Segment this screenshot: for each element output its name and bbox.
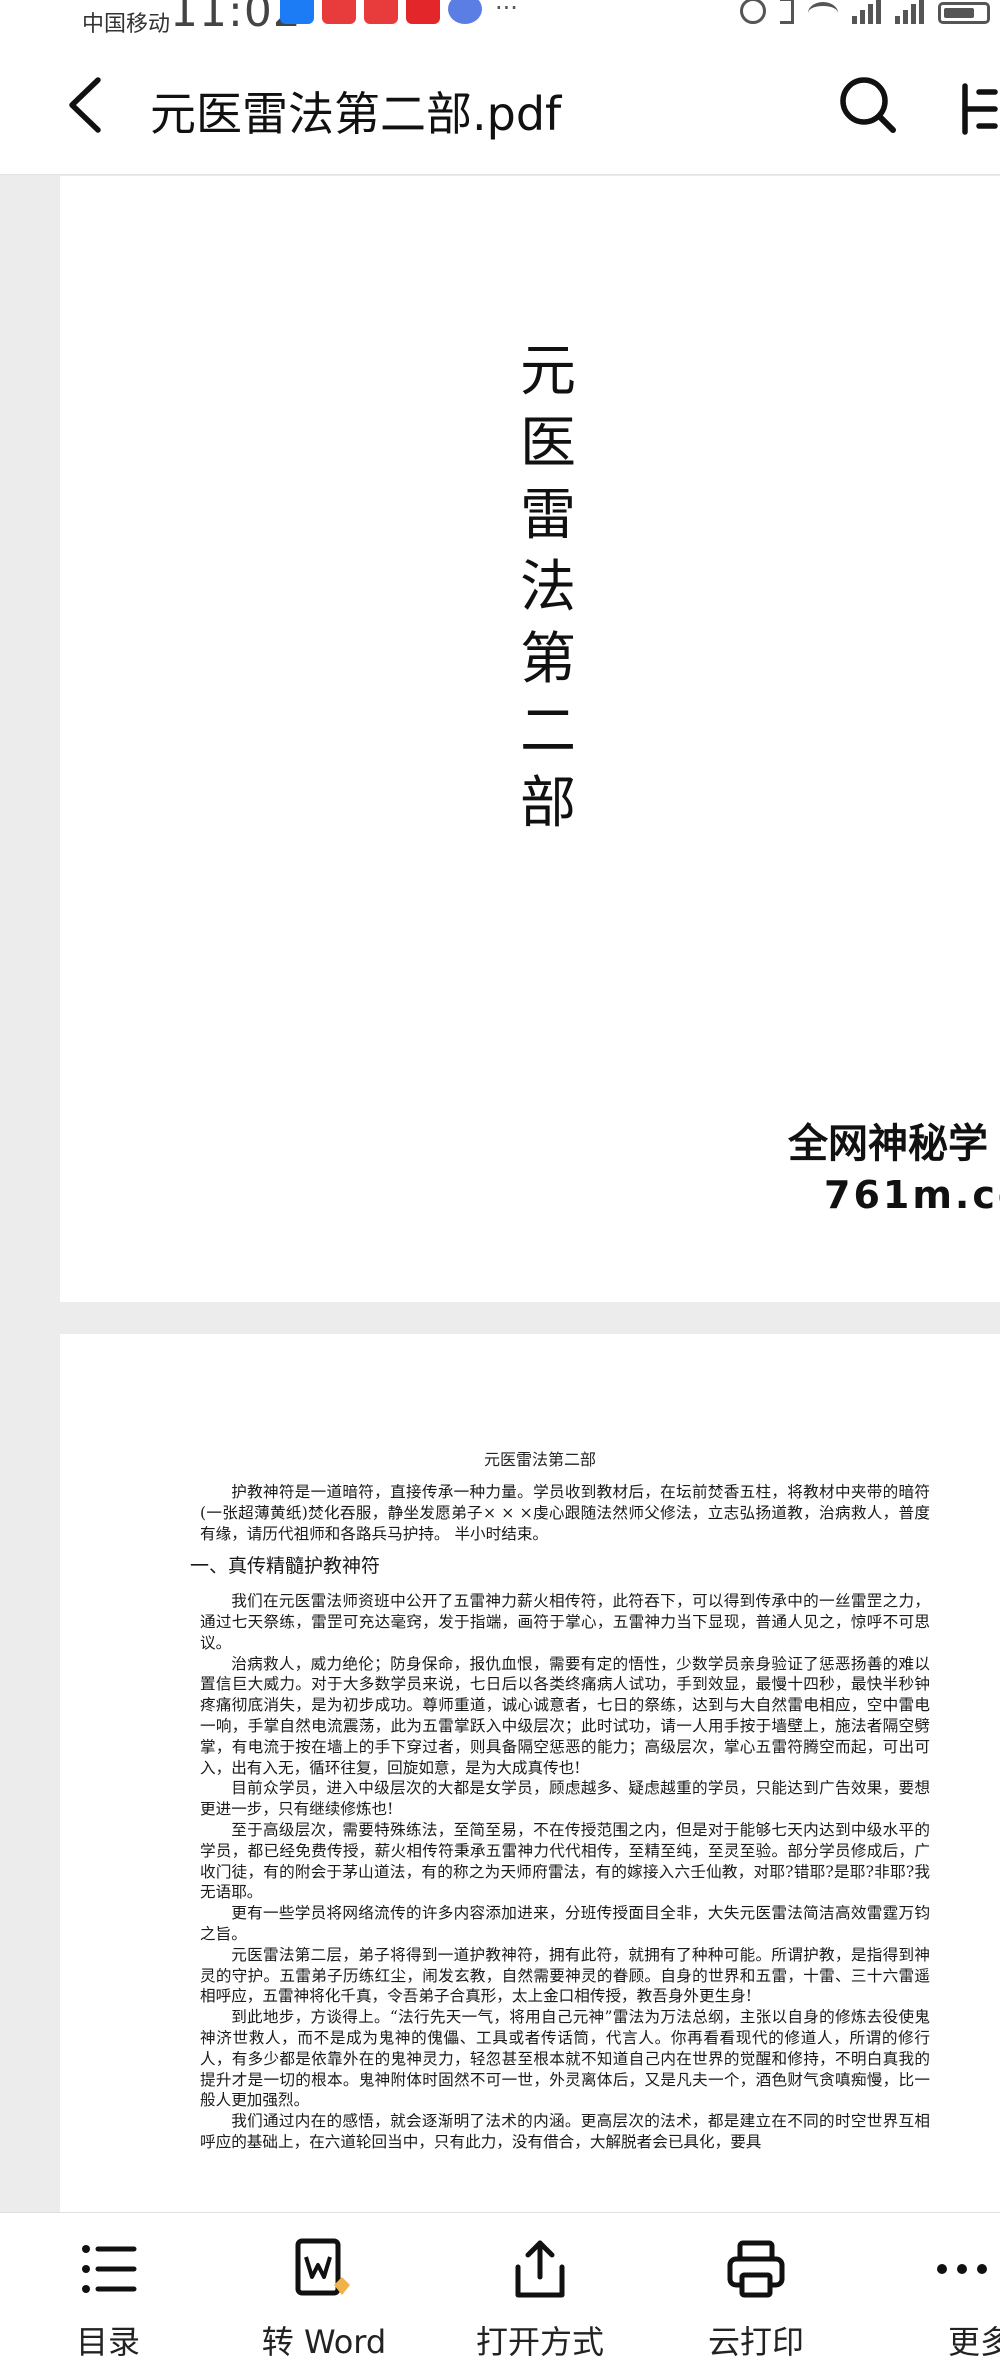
convert-word-icon <box>295 2238 350 2296</box>
search-icon <box>840 77 896 133</box>
body-paragraph: 至于高级层次，需要特殊练法，至简至易，不在传授范围之内，但是对于能够七天内达到中… <box>200 1820 930 1902</box>
title-char: 法 <box>520 555 576 620</box>
body-paragraph: 元医雷法第二层，弟子将得到一道护教神符，拥有此符，就拥有了种种可能。所谓护教，是… <box>200 1945 930 2006</box>
app-bar: 元医雷法第二部.pdf <box>0 44 1000 175</box>
share-export-icon <box>515 2240 565 2298</box>
more-button[interactable]: 更多 <box>880 2213 1000 2371</box>
watermark-line-2: 761m.co <box>824 1173 1000 1217</box>
search-button[interactable] <box>833 70 903 140</box>
printer-icon <box>727 2240 785 2298</box>
toc-button[interactable]: 目录 <box>18 2213 198 2371</box>
more-dots-icon <box>937 2264 987 2274</box>
back-chevron-icon <box>69 77 101 133</box>
open-with-button[interactable]: 打开方式 <box>450 2213 630 2371</box>
title-char: 医 <box>520 411 576 476</box>
cloud-print-label: 云打印 <box>707 2323 804 2361</box>
document-title: 元医雷法第二部.pdf <box>150 87 562 141</box>
title-char: 二 <box>520 699 576 764</box>
more-notifications-icon: ··· <box>495 0 518 22</box>
body-paragraph: 治病救人，威力绝伦；防身保命，报仇血恨，需要有定的悟性，少数学员亲身验证了惩恶扬… <box>200 1654 930 1777</box>
body-paragraph: 到此地步，方谈得上。“法行先天一气，将用自己元神”雷法为万法总纲，主张以自身的修… <box>200 2008 930 2110</box>
more-label: 更多 <box>947 2323 1000 2361</box>
cloud-print-button[interactable]: 云打印 <box>666 2213 846 2371</box>
signal-icon <box>895 0 924 24</box>
pdf-page-1[interactable]: 元 医 雷 法 第 二 部 全网神秘学 761m.co <box>60 176 1000 1302</box>
watermark: 全网神秘学 761m.co <box>788 1111 1000 1217</box>
fold-menu-icon <box>962 83 998 135</box>
battery-icon <box>938 2 990 24</box>
status-indicators <box>740 0 990 24</box>
alarm-icon <box>740 0 766 24</box>
section-heading: 一、真传精髓护教神符 <box>190 1555 381 1578</box>
title-char: 部 <box>520 771 576 836</box>
app-notification-icon <box>448 0 482 24</box>
title-char: 第 <box>520 627 576 692</box>
open-with-label: 打开方式 <box>475 2323 604 2361</box>
vertical-title: 元 医 雷 法 第 二 部 <box>508 336 588 840</box>
running-head: 元医雷法第二部 <box>483 1450 596 1469</box>
body-paragraph: 目前众学员，进入中级层次的大都是女学员，顾虑越多、疑虑越重的学员，只能达到广告效… <box>200 1779 930 1819</box>
signal-icon <box>852 0 881 24</box>
pdf-page-2[interactable]: 元医雷法第二部 护教神符是一道暗符，直接传承一种力量。学员收到教材后，在坛前焚香… <box>60 1334 1000 2334</box>
watermark-line-1: 全网神秘学 <box>788 1121 988 1167</box>
body-paragraph: 更有一些学员将网络流传的许多内容添加进来，分班传授面目全非，大失元医雷法简洁高效… <box>200 1904 930 1943</box>
bluetooth-icon <box>780 0 794 24</box>
page-body: 护教神符是一道暗符，直接传承一种力量。学员收到教材后，在坛前焚香五柱，将教材中夹… <box>190 1482 930 2153</box>
toc-list-icon <box>82 2245 137 2293</box>
status-bar: 中国移动 11:02 ··· <box>0 0 1000 44</box>
title-char: 元 <box>520 339 576 404</box>
body-paragraph: 我们在元医雷法师资班中公开了五雷神力薪火相传符，此符吞下，可以得到传承中的一丝雷… <box>200 1592 930 1652</box>
body-paragraph: 我们通过内在的感悟，就会逐渐明了法术的内涵。更高层次的法术，都是建立在不同的时空… <box>200 2112 930 2151</box>
back-button[interactable] <box>54 70 124 140</box>
app-notification-icon <box>322 0 356 24</box>
carrier-label: 中国移动 <box>82 12 171 37</box>
intro-paragraph: 护教神符是一道暗符，直接传承一种力量。学员收到教材后，在坛前焚香五柱，将教材中夹… <box>200 1483 930 1543</box>
menu-button[interactable] <box>955 74 1000 144</box>
app-notification-icon <box>406 0 440 24</box>
convert-word-label: 转 Word <box>261 2323 387 2361</box>
title-char: 雷 <box>520 483 576 548</box>
app-notification-icon <box>280 0 314 24</box>
wifi-icon <box>808 2 838 24</box>
app-notification-icon <box>364 0 398 24</box>
bottom-toolbar: 目录 转 Word 打开方式 云打印 更多 <box>0 2212 1000 2371</box>
convert-word-button[interactable]: 转 Word <box>234 2213 414 2371</box>
toc-label: 目录 <box>75 2323 140 2361</box>
